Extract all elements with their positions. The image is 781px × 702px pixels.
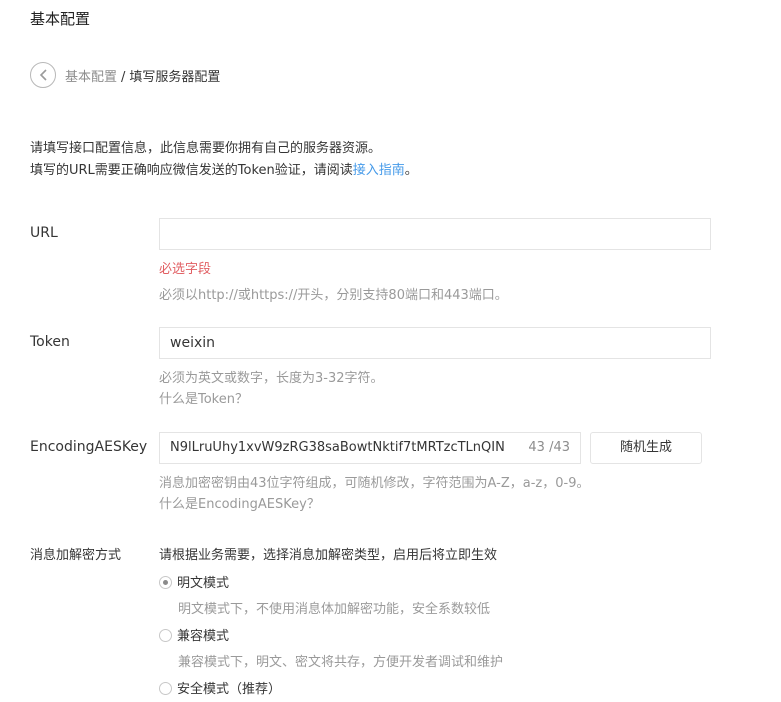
breadcrumb-separator: /: [121, 70, 126, 85]
intro-text: 填写的URL需要正确响应微信发送的Token验证，请阅读: [30, 163, 353, 178]
radio-button[interactable]: [159, 682, 172, 695]
aes-counter: 43 /43: [524, 433, 570, 463]
aes-value: N9lLruUhy1xvW9zRG38saBowtNktif7tMRTzcTLn…: [170, 440, 505, 455]
radio-label: 明文模式: [177, 576, 230, 591]
aes-hint: 消息加密密钥由43位字符组成，可随机修改，字符范围为A-Z，a-z，0-9。: [159, 476, 590, 491]
generate-button[interactable]: 随机生成: [590, 432, 702, 464]
breadcrumb-parent[interactable]: 基本配置: [65, 70, 117, 85]
radio-option-secure[interactable]: 安全模式（推荐）: [159, 678, 281, 697]
radio-button[interactable]: [159, 576, 172, 589]
url-error: 必选字段: [159, 262, 212, 277]
aes-label: EncodingAESKey: [30, 439, 148, 455]
encryption-description: 请根据业务需要，选择消息加解密类型，启用后将立即生效: [159, 548, 498, 563]
radio-option-plaintext[interactable]: 明文模式: [159, 572, 229, 591]
page-title: 基本配置: [30, 10, 91, 28]
radio-label: 兼容模式: [177, 629, 230, 644]
chevron-left-icon: [39, 69, 47, 81]
intro-line-2: 填写的URL需要正确响应微信发送的Token验证，请阅读接入指南。: [30, 159, 418, 178]
breadcrumb: 基本配置 / 填写服务器配置: [65, 66, 220, 85]
breadcrumb-current: 填写服务器配置: [129, 70, 221, 85]
token-label: Token: [30, 334, 70, 350]
encryption-label: 消息加解密方式: [30, 548, 122, 563]
radio-button[interactable]: [159, 629, 172, 642]
url-hint: 必须以http://或https://开头，分别支持80端口和443端口。: [159, 288, 508, 303]
aes-help-link[interactable]: 什么是EncodingAESKey？: [159, 493, 320, 512]
aes-input[interactable]: N9lLruUhy1xvW9zRG38saBowtNktif7tMRTzcTLn…: [159, 432, 581, 464]
radio-desc-plaintext: 明文模式下，不使用消息体加解密功能，安全系数较低: [178, 602, 491, 617]
intro-line-1: 请填写接口配置信息，此信息需要你拥有自己的服务器资源。: [30, 141, 382, 156]
access-guide-link[interactable]: 接入指南: [353, 163, 405, 178]
token-hint: 必须为英文或数字，长度为3-32字符。: [159, 371, 384, 386]
radio-option-compatible[interactable]: 兼容模式: [159, 625, 229, 644]
back-button[interactable]: [30, 62, 56, 88]
token-help-link[interactable]: 什么是Token？: [159, 388, 248, 407]
url-input[interactable]: [159, 218, 711, 250]
intro-suffix: 。: [404, 163, 418, 178]
radio-label: 安全模式（推荐）: [177, 682, 282, 697]
url-label: URL: [30, 225, 58, 241]
radio-desc-compatible: 兼容模式下，明文、密文将共存，方便开发者调试和维护: [178, 655, 504, 670]
token-input[interactable]: weixin: [159, 327, 711, 359]
